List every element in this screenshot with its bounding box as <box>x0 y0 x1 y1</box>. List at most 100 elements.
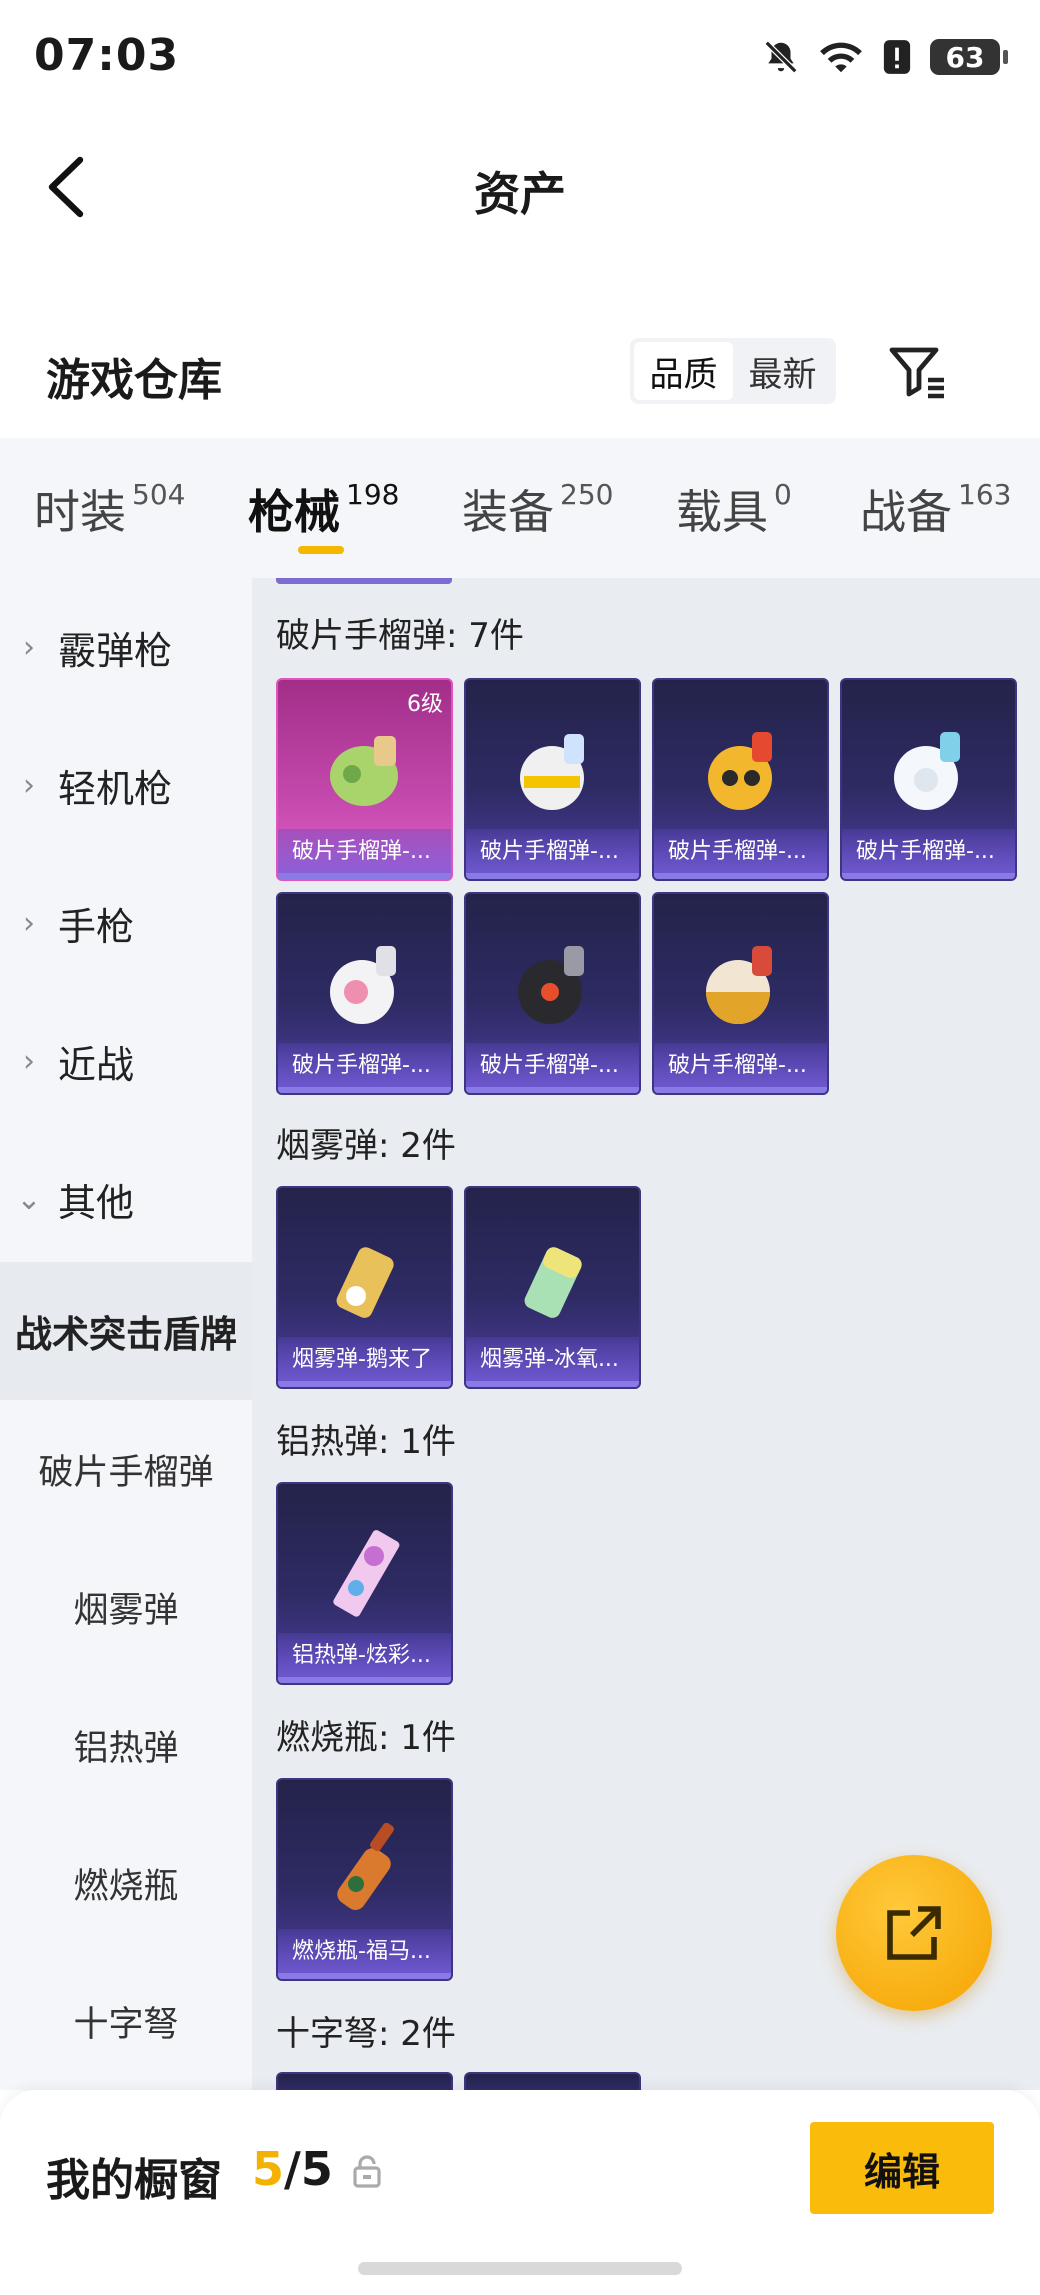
nav-header: 资产 <box>0 130 1040 240</box>
sidebar-item-label: 手枪 <box>58 904 135 949</box>
sidebar-item-shotgun[interactable]: › 霰弹枪 <box>0 578 252 716</box>
grenade-icon <box>706 946 772 1024</box>
item-card[interactable] <box>464 2072 641 2090</box>
section-title-frag: 破片手榴弹: 7件 <box>276 616 524 656</box>
sidebar-item-label: 霰弹枪 <box>58 628 173 673</box>
item-card[interactable]: 铝热弹-炫彩... <box>276 1482 453 1685</box>
tab-count: 504 <box>132 478 186 511</box>
filter-button[interactable] <box>886 340 950 404</box>
chevron-right-icon: › <box>23 767 35 803</box>
item-label: 破片手榴弹-... <box>842 829 1015 879</box>
section-title-smoke: 烟雾弹: 2件 <box>276 1126 456 1166</box>
item-label: 烟雾弹-鹅来了 <box>278 1337 451 1387</box>
category-tabs: 时装 504 枪械 198 装备 250 载具 0 战备 163 <box>0 438 1040 578</box>
grenade-icon <box>894 732 960 810</box>
sidebar-sub-molotov[interactable]: 燃烧瓶 <box>0 1814 252 1952</box>
sidebar-sub-smoke[interactable]: 烟雾弹 <box>0 1538 252 1676</box>
grenade-icon <box>330 736 398 806</box>
sidebar: › 霰弹枪 › 轻机枪 › 手枪 › 近战 ⌄ 其他 战术突击盾牌 破片手榴弹 烟雾弹 铝… <box>0 578 252 2090</box>
grenade-icon <box>518 946 584 1024</box>
item-label: 破片手榴弹-... <box>278 829 451 879</box>
showcase-count-current: 5 <box>252 2142 285 2196</box>
sort-latest-button[interactable]: 最新 <box>733 342 832 400</box>
molotov-icon <box>337 1822 394 1910</box>
section-title-crossbow: 十字弩: 2件 <box>276 2014 456 2054</box>
status-bar: 07:03 63 <box>0 0 1040 120</box>
sidebar-sub-frag[interactable]: 破片手榴弹 <box>0 1400 252 1538</box>
tab-label: 战备 <box>860 485 952 539</box>
item-card[interactable]: 烟雾弹-冰氧... <box>464 1186 641 1389</box>
chevron-right-icon: › <box>23 629 35 665</box>
tab-equipment[interactable]: 装备 250 <box>462 476 613 542</box>
thermite-icon <box>333 1530 400 1617</box>
chevron-right-icon: › <box>23 1043 35 1079</box>
sidebar-item-label: 战术突击盾牌 <box>15 1313 237 1356</box>
tab-supplies[interactable]: 战备 163 <box>860 476 1011 542</box>
grenade-icon <box>708 732 772 810</box>
tab-outfits[interactable]: 时装 504 <box>34 476 185 542</box>
tab-count: 163 <box>958 478 1012 511</box>
tab-label: 装备 <box>462 485 554 539</box>
item-label: 破片手榴弹-... <box>278 1043 451 1093</box>
chevron-right-icon: › <box>23 905 35 941</box>
home-indicator[interactable] <box>358 2262 682 2275</box>
edit-button[interactable]: 编辑 <box>810 2122 994 2214</box>
sidebar-item-label: 其他 <box>58 1180 135 1225</box>
item-label: 破片手榴弹-... <box>466 829 639 879</box>
battery-icon: 63 <box>930 39 1008 75</box>
item-label: 燃烧瓶-福马... <box>278 1929 451 1979</box>
previous-item-edge <box>276 578 452 584</box>
sort-toggle: 品质 最新 <box>630 338 836 404</box>
sidebar-sub-crossbow[interactable]: 十字弩 <box>0 1952 252 2090</box>
tab-label: 枪械 <box>248 485 340 539</box>
item-card[interactable]: 破片手榴弹-... <box>464 892 641 1095</box>
item-label: 烟雾弹-冰氧... <box>466 1337 639 1387</box>
item-card[interactable]: 破片手榴弹-... <box>464 678 641 881</box>
warehouse-header: 游戏仓库 品质 最新 <box>0 320 1040 430</box>
tab-count: 0 <box>774 478 792 511</box>
showcase-title: 我的橱窗 <box>46 2155 222 2206</box>
showcase-count: 5/5 <box>252 2142 333 2196</box>
item-card[interactable]: 烟雾弹-鹅来了 <box>276 1186 453 1389</box>
item-label: 破片手榴弹-... <box>654 1043 827 1093</box>
share-button[interactable] <box>836 1855 992 2011</box>
sidebar-item-tactical-shield[interactable]: 战术突击盾牌 <box>0 1262 252 1400</box>
item-label: 破片手榴弹-... <box>466 1043 639 1093</box>
tab-vehicles[interactable]: 载具 0 <box>676 476 792 542</box>
active-tab-indicator <box>298 546 344 554</box>
tab-firearms[interactable]: 枪械 198 <box>248 476 399 542</box>
showcase-count-total: 5 <box>300 2142 333 2196</box>
grenade-icon <box>330 946 396 1024</box>
item-level-badge: 6级 <box>407 692 443 717</box>
grenade-icon <box>520 734 584 810</box>
sidebar-item-lmg[interactable]: › 轻机枪 <box>0 716 252 854</box>
warehouse-title: 游戏仓库 <box>46 355 222 406</box>
item-card[interactable]: 破片手榴弹-... <box>276 892 453 1095</box>
unlock-icon <box>353 2155 381 2188</box>
status-icons: 63 <box>762 38 1008 76</box>
item-card[interactable] <box>276 2072 453 2090</box>
item-card[interactable]: 破片手榴弹-... <box>652 892 829 1095</box>
item-label: 铝热弹-炫彩... <box>278 1633 451 1683</box>
item-card[interactable]: 破片手榴弹-... <box>840 678 1017 881</box>
showcase-count-separator: / <box>284 2142 301 2196</box>
external-link-icon <box>887 1906 941 1960</box>
section-title-molotov: 燃烧瓶: 1件 <box>276 1718 456 1758</box>
chevron-down-icon: ⌄ <box>16 1181 42 1217</box>
sidebar-item-melee[interactable]: › 近战 <box>0 992 252 1130</box>
tab-label: 时装 <box>34 485 126 539</box>
sidebar-sub-thermite[interactable]: 铝热弹 <box>0 1676 252 1814</box>
sidebar-item-label: 近战 <box>58 1042 135 1087</box>
smoke-grenade-icon <box>336 1247 394 1318</box>
mute-bell-icon <box>764 40 798 74</box>
item-card[interactable]: 6级 破片手榴弹-... <box>276 678 453 881</box>
page-title: 资产 <box>474 167 566 221</box>
sidebar-item-pistol[interactable]: › 手枪 <box>0 854 252 992</box>
tab-count: 198 <box>346 478 400 511</box>
sidebar-item-other[interactable]: ⌄ 其他 <box>0 1130 252 1268</box>
item-card[interactable]: 燃烧瓶-福马... <box>276 1778 453 1981</box>
smoke-grenade-icon <box>524 1247 582 1318</box>
sort-quality-button[interactable]: 品质 <box>634 342 733 400</box>
wifi-icon <box>820 42 862 73</box>
item-card[interactable]: 破片手榴弹-... <box>652 678 829 881</box>
